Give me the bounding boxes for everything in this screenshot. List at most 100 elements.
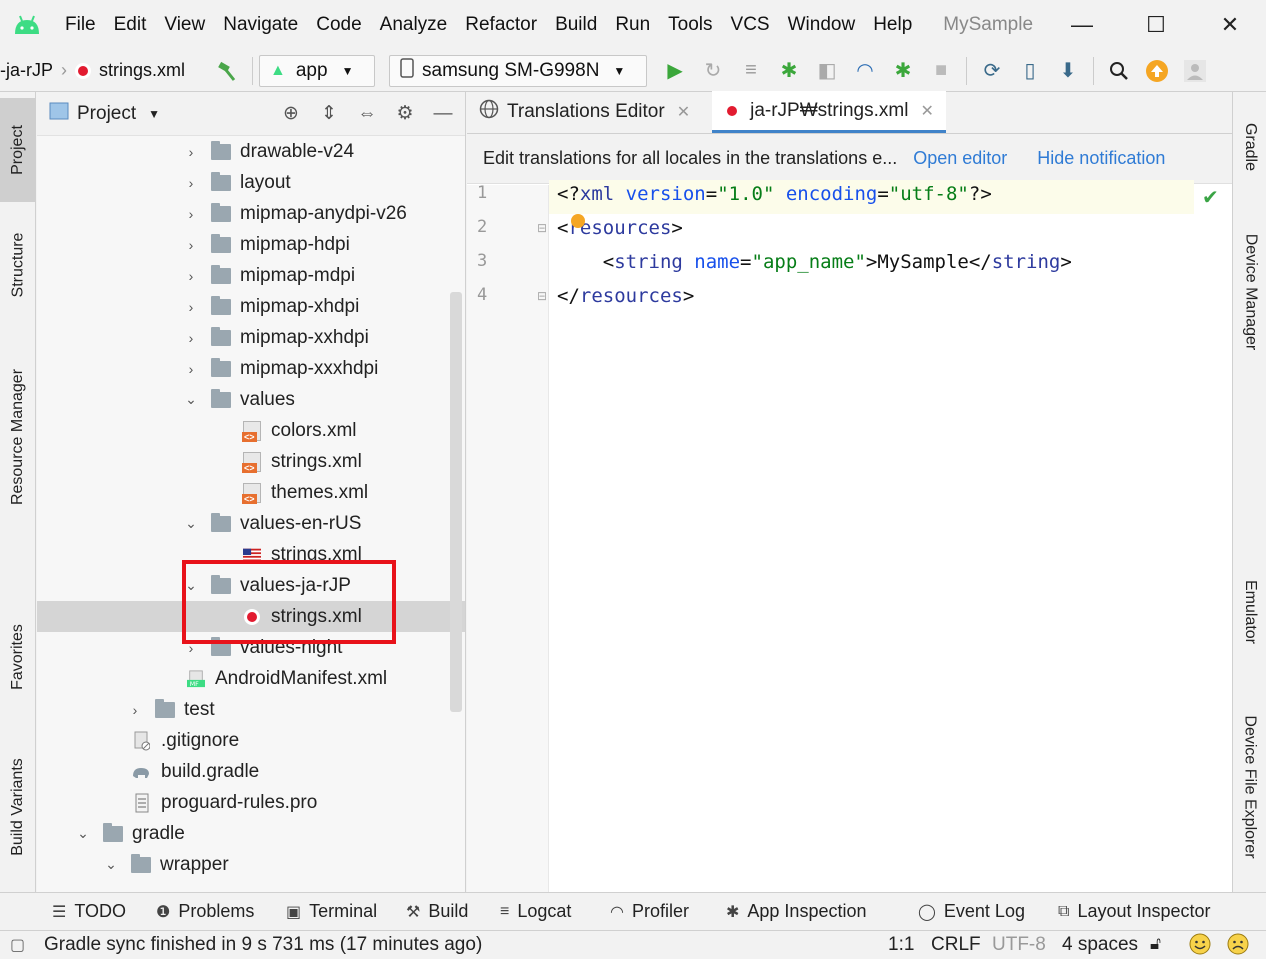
code-line-4[interactable]: </resources> xyxy=(557,285,694,307)
maximize-button[interactable]: ☐ xyxy=(1136,8,1176,42)
menu-view[interactable]: View xyxy=(155,14,214,36)
fold-icon[interactable]: ⊟ xyxy=(537,221,547,235)
menu-analyze[interactable]: Analyze xyxy=(371,14,457,36)
indent-setting[interactable]: 4 spaces xyxy=(1062,934,1138,956)
status-message[interactable]: Gradle sync finished in 9 s 731 ms (17 m… xyxy=(44,934,482,956)
device-manager-icon[interactable]: ▯ xyxy=(1014,56,1046,86)
tree-item-layout[interactable]: › layout xyxy=(37,167,465,198)
breadcrumb-folder[interactable]: -ja-rJP xyxy=(0,60,53,81)
tree-item-values[interactable]: ⌄ values xyxy=(37,384,465,415)
chevron-down-icon[interactable]: ▼ xyxy=(148,107,160,121)
code-line-3[interactable]: <string name="app_name">MySample</string… xyxy=(557,251,1072,273)
breadcrumb-file[interactable]: strings.xml xyxy=(99,60,185,81)
menu-tools[interactable]: Tools xyxy=(659,14,721,36)
device-select[interactable]: samsung SM-G998N ▼ xyxy=(389,54,648,87)
run-config-select[interactable]: ▲ app ▼ xyxy=(259,54,376,87)
favorites-tool-tab[interactable]: Favorites xyxy=(0,602,36,712)
chevron-right-icon[interactable]: › xyxy=(183,330,199,346)
layout-inspector-tool-button[interactable]: ⧉ Layout Inspector xyxy=(1058,901,1211,922)
project-tool-tab[interactable]: Project xyxy=(0,98,36,202)
profile-icon[interactable]: ◠ xyxy=(849,56,881,86)
resource-manager-tool-tab[interactable]: Resource Manager xyxy=(0,342,36,532)
build-variants-tool-tab[interactable]: Build Variants xyxy=(0,732,36,882)
tree-item-build-gradle[interactable]: build.gradle xyxy=(37,756,465,787)
file-encoding[interactable]: UTF-8 xyxy=(992,934,1046,956)
hide-notification-link[interactable]: Hide notification xyxy=(1037,148,1165,169)
tree-item-gradle[interactable]: ⌄ gradle xyxy=(37,818,465,849)
smiley-sad-icon[interactable] xyxy=(1226,932,1250,959)
device-manager-tool-tab[interactable]: Device Manager xyxy=(1233,212,1266,372)
attach-debugger-icon[interactable]: ✱ xyxy=(887,56,919,86)
collapse-all-icon[interactable]: ⇔ xyxy=(353,100,381,128)
structure-tool-tab[interactable]: Structure xyxy=(0,210,36,320)
chevron-down-icon[interactable]: ⌄ xyxy=(183,515,199,532)
chevron-right-icon[interactable]: › xyxy=(183,361,199,377)
menu-window[interactable]: Window xyxy=(779,14,865,36)
chevron-right-icon[interactable]: › xyxy=(183,144,199,160)
tab-translations-editor[interactable]: Translations Editor ✕ xyxy=(467,91,702,133)
minimize-button[interactable]: — xyxy=(1062,8,1102,42)
problems-tool-button[interactable]: ❶ Problems xyxy=(156,901,254,922)
chevron-right-icon[interactable]: › xyxy=(183,237,199,253)
device-file-explorer-tool-tab[interactable]: Device File Explorer xyxy=(1233,692,1266,882)
project-scrollbar[interactable] xyxy=(450,292,462,712)
app-inspection-tool-button[interactable]: ✱ App Inspection xyxy=(726,901,867,922)
tree-item-proguard-rules[interactable]: proguard-rules.pro xyxy=(37,787,465,818)
gear-icon[interactable]: ⚙ xyxy=(391,100,419,128)
menu-refactor[interactable]: Refactor xyxy=(456,14,546,36)
emulator-tool-tab[interactable]: Emulator xyxy=(1233,562,1266,662)
tree-item-mipmap-xhdpi[interactable]: › mipmap-xhdpi xyxy=(37,291,465,322)
tab-strings-xml-ja[interactable]: ja-rJP₩strings.xml ✕ xyxy=(712,91,946,133)
tree-item-test[interactable]: › test xyxy=(37,694,465,725)
close-tab-icon[interactable]: ✕ xyxy=(920,101,933,121)
tree-item-drawable-v24[interactable]: › drawable-v24 xyxy=(37,136,465,167)
todo-tool-button[interactable]: ☰ TODO xyxy=(52,901,126,922)
sync-gradle-icon[interactable]: ⟳ xyxy=(976,56,1008,86)
tree-item-gitignore[interactable]: .gitignore xyxy=(37,725,465,756)
code-line-1[interactable]: <?xml version="1.0" encoding="utf-8"?> xyxy=(557,183,992,205)
tree-item-mipmap-xxhdpi[interactable]: › mipmap-xxhdpi xyxy=(37,322,465,353)
close-tab-icon[interactable]: ✕ xyxy=(677,102,690,122)
menu-navigate[interactable]: Navigate xyxy=(214,14,307,36)
make-project-hammer-icon[interactable] xyxy=(211,56,243,86)
logcat-tool-button[interactable]: ≡ Logcat xyxy=(500,901,571,922)
line-separator[interactable]: CRLF xyxy=(931,934,981,956)
gradle-tool-tab[interactable]: Gradle xyxy=(1233,102,1266,192)
tree-item-values-en-rus[interactable]: ⌄ values-en-rUS xyxy=(37,508,465,539)
tree-item-android-manifest[interactable]: MF AndroidManifest.xml xyxy=(37,663,465,694)
menu-vcs[interactable]: VCS xyxy=(722,14,779,36)
apply-code-changes-icon[interactable]: ≡ xyxy=(735,56,767,86)
caret-position[interactable]: 1:1 xyxy=(888,934,914,956)
chevron-right-icon[interactable]: › xyxy=(183,206,199,222)
update-icon[interactable] xyxy=(1141,56,1173,86)
tree-item-themes-xml[interactable]: themes.xml xyxy=(37,477,465,508)
terminal-tool-button[interactable]: ▣ Terminal xyxy=(286,901,377,922)
tree-item-colors-xml[interactable]: colors.xml xyxy=(37,415,465,446)
smiley-happy-icon[interactable] xyxy=(1188,932,1212,959)
chevron-right-icon[interactable]: › xyxy=(127,702,143,718)
event-log-tool-button[interactable]: ◯ Event Log xyxy=(918,901,1025,922)
project-view-select[interactable]: Project xyxy=(77,103,136,125)
stop-icon[interactable]: ■ xyxy=(925,56,957,86)
sdk-manager-icon[interactable]: ⬇ xyxy=(1052,56,1084,86)
hide-panel-icon[interactable]: — xyxy=(429,100,457,128)
menu-build[interactable]: Build xyxy=(546,14,606,36)
build-tool-button[interactable]: ⚒ Build xyxy=(406,901,468,922)
tree-item-wrapper[interactable]: ⌄ wrapper xyxy=(37,849,465,880)
run-icon[interactable]: ▶ xyxy=(659,56,691,86)
expand-all-icon[interactable]: ⇕ xyxy=(315,100,343,128)
tree-item-strings-xml[interactable]: strings.xml xyxy=(37,446,465,477)
debug-icon[interactable]: ✱ xyxy=(773,56,805,86)
chevron-right-icon[interactable]: › xyxy=(183,175,199,191)
menu-file[interactable]: File xyxy=(56,14,105,36)
coverage-icon[interactable]: ◧ xyxy=(811,56,843,86)
search-icon[interactable] xyxy=(1103,56,1135,86)
menu-edit[interactable]: Edit xyxy=(105,14,156,36)
tree-item-mipmap-anydpi-v26[interactable]: › mipmap-anydpi-v26 xyxy=(37,198,465,229)
account-avatar-icon[interactable] xyxy=(1179,56,1211,86)
lock-icon[interactable]: 🔓︎ xyxy=(1150,934,1161,954)
panel-toggle-icon[interactable]: ▢ xyxy=(10,935,25,955)
profiler-tool-button[interactable]: ◠ Profiler xyxy=(610,901,689,922)
menu-code[interactable]: Code xyxy=(307,14,370,36)
locate-file-icon[interactable]: ⊕ xyxy=(277,100,305,128)
